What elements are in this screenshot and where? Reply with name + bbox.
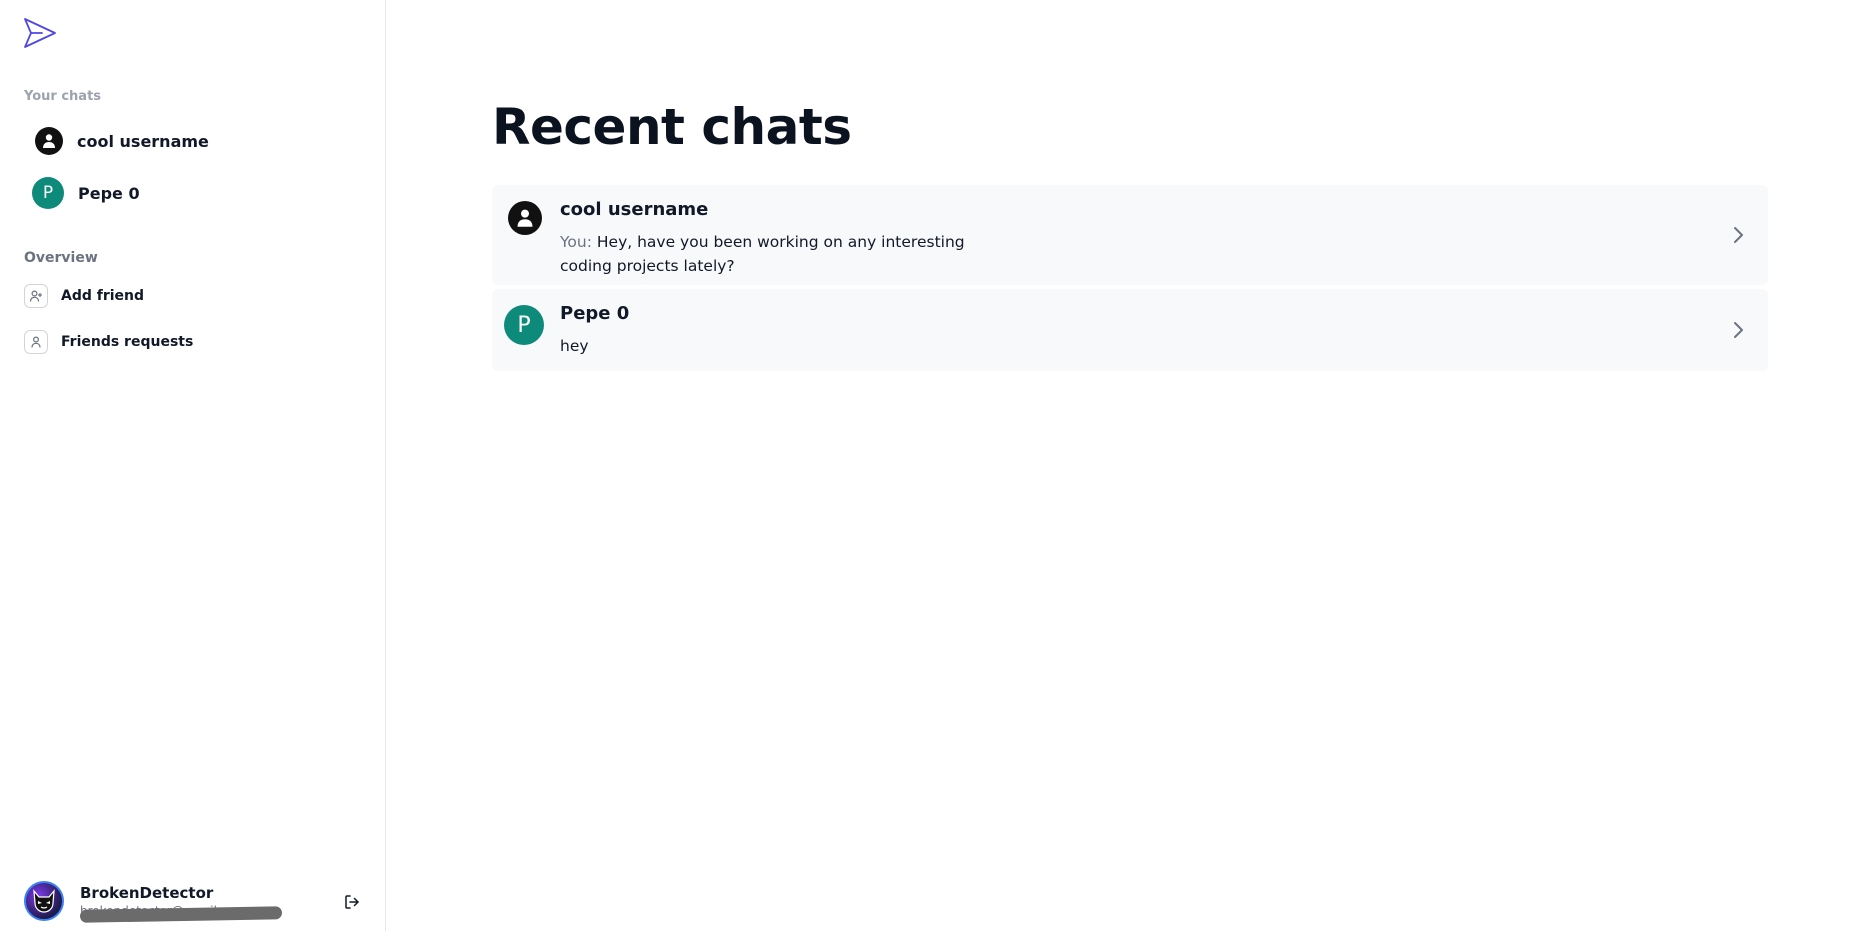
chevron-right-icon: [1728, 225, 1748, 245]
sidebar-chat-cool-username[interactable]: cool username: [35, 127, 209, 155]
message-text: Hey, have you been working on any intere…: [560, 233, 965, 275]
avatar-initial: P: [504, 305, 544, 345]
message-sender-prefix: You:: [560, 233, 597, 251]
chevron-right-icon: [1728, 320, 1748, 340]
chat-card-name: cool username: [560, 199, 709, 220]
sidebar: Your chats cool username P Pepe 0 Overvi…: [0, 0, 386, 931]
main-content: Recent chats cool username You: Hey, hav…: [386, 0, 1870, 931]
page-title: Recent chats: [492, 98, 852, 156]
log-out-icon: [345, 895, 359, 909]
sidebar-chat-pepe-0[interactable]: P Pepe 0: [32, 177, 140, 209]
friends-requests-label: Friends requests: [61, 334, 194, 350]
chat-card-name: Pepe 0: [560, 303, 630, 324]
sidebar-chat-name: cool username: [77, 131, 209, 151]
redaction-scribble: [79, 906, 283, 923]
avatar-initial: P: [32, 177, 64, 209]
add-friend-link[interactable]: Add friend: [24, 284, 144, 308]
add-friend-label: Add friend: [61, 288, 145, 304]
user-silhouette-icon: [508, 201, 542, 235]
chat-card-cool-username[interactable]: cool username You: Hey, have you been wo…: [492, 185, 1768, 285]
your-chats-heading: Your chats: [24, 89, 102, 104]
recent-chats-list: cool username You: Hey, have you been wo…: [492, 185, 1768, 375]
sidebar-chat-name: Pepe 0: [78, 183, 140, 203]
paper-plane-logo-icon[interactable]: [22, 16, 58, 50]
app-root: Your chats cool username P Pepe 0 Overvi…: [0, 0, 1870, 931]
cat-mask-icon: [33, 889, 55, 913]
user-avatar: [24, 881, 64, 921]
friends-requests-link[interactable]: Friends requests: [24, 330, 193, 354]
user-plus-icon: [24, 284, 48, 308]
chat-card-pepe-0[interactable]: P Pepe 0 hey: [492, 289, 1768, 371]
user-info: BrokenDetector brokendetector@email.com: [79, 884, 290, 923]
overview-heading: Overview: [24, 250, 98, 266]
user-name: BrokenDetector: [80, 884, 214, 902]
sign-out-button[interactable]: [342, 892, 362, 912]
chat-card-last-message: hey: [560, 337, 589, 355]
chat-card-last-message: You: Hey, have you been working on any i…: [560, 230, 1020, 278]
user-silhouette-icon: [35, 127, 63, 155]
user-icon: [24, 330, 48, 354]
current-user-block: BrokenDetector brokendetector@email.com: [24, 880, 364, 923]
